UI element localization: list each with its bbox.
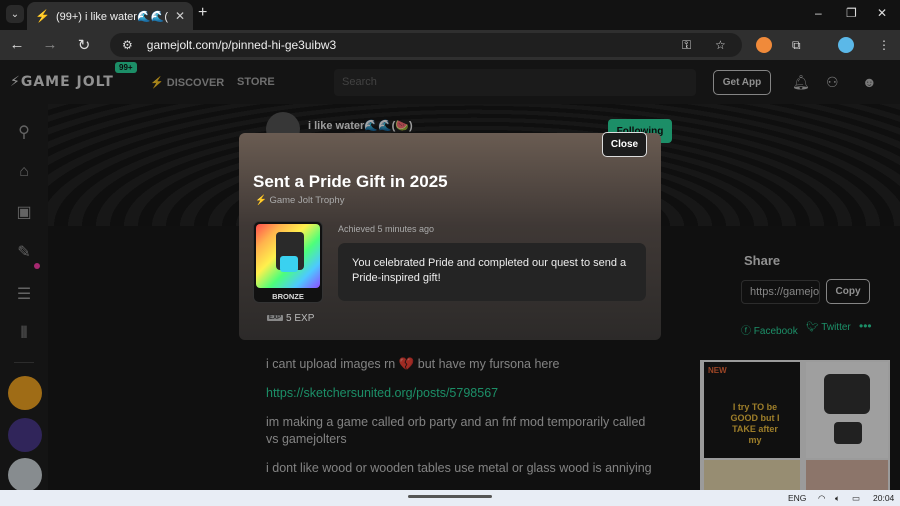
profile-avatar-icon[interactable] — [838, 37, 854, 53]
browser-toolbar: ← → ↻ ⚙ gamejolt.com/p/pinned-hi-ge3uibw… — [0, 30, 900, 60]
close-button[interactable]: Close — [602, 132, 647, 157]
trophy-image: BRONZE — [253, 221, 323, 303]
browser-tabstrip: ⌄ ⚡ (99+) i like water🌊🌊(🍉) ✕ + – ❐ ✕ — [0, 0, 900, 30]
wifi-icon[interactable]: ◠ — [818, 493, 825, 504]
trophy-description: You celebrated Pride and completed our q… — [338, 243, 646, 301]
battery-icon[interactable]: ▭ — [852, 493, 860, 504]
window-restore-button[interactable]: ❐ — [846, 6, 857, 20]
new-tab-button[interactable]: + — [198, 4, 207, 22]
trophy-robot-face — [280, 256, 298, 272]
tab-close-icon[interactable]: ✕ — [175, 9, 185, 23]
address-bar[interactable]: ⚙ gamejolt.com/p/pinned-hi-ge3uibw3 — [110, 33, 742, 57]
url-text[interactable]: gamejolt.com/p/pinned-hi-ge3uibw3 — [147, 38, 336, 52]
language-indicator[interactable]: ENG — [788, 493, 806, 503]
reload-icon[interactable]: ↻ — [75, 36, 93, 54]
gamejolt-favicon-icon: ⚡ — [35, 9, 50, 23]
site-settings-icon[interactable]: ⚙ — [122, 38, 133, 52]
password-key-icon[interactable]: ⚿ — [682, 38, 691, 53]
extension-icon[interactable] — [756, 37, 772, 53]
trophy-tier-label: BRONZE — [272, 292, 304, 301]
taskbar-handle[interactable] — [408, 495, 492, 498]
browser-tab[interactable]: ⚡ (99+) i like water🌊🌊(🍉) ✕ — [27, 2, 193, 30]
window-close-button[interactable]: ✕ — [877, 6, 887, 20]
trophy-subtitle-label: Game Jolt Trophy — [269, 195, 345, 206]
exp-icon: EXP — [267, 315, 284, 322]
tab-search-chevron-icon[interactable]: ⌄ — [6, 5, 24, 23]
clock[interactable]: 20:04 — [873, 493, 894, 503]
back-arrow-icon[interactable]: ← — [8, 36, 26, 53]
trophy-subtitle: ⚡ Game Jolt Trophy — [255, 195, 345, 206]
trophy-exp: EXP 5 EXP — [267, 313, 314, 324]
trophy-title: Sent a Pride Gift in 2025 — [253, 172, 448, 191]
volume-icon[interactable]: 🔈︎ — [835, 493, 840, 504]
tab-title: (99+) i like water🌊🌊(🍉) — [55, 10, 169, 23]
extensions-puzzle-icon[interactable]: ⧉ — [792, 38, 801, 53]
forward-arrow-icon[interactable]: → — [41, 36, 59, 53]
trophy-exp-label: 5 EXP — [286, 313, 315, 324]
bookmark-star-icon[interactable]: ☆ — [715, 38, 726, 52]
window-minimize-button[interactable]: – — [815, 6, 822, 20]
os-taskbar: ENG ◠ 🔈︎ ▭ 20:04 — [0, 490, 900, 506]
browser-menu-icon[interactable]: ⋮ — [878, 38, 890, 52]
achieved-time: Achieved 5 minutes ago — [338, 224, 435, 234]
